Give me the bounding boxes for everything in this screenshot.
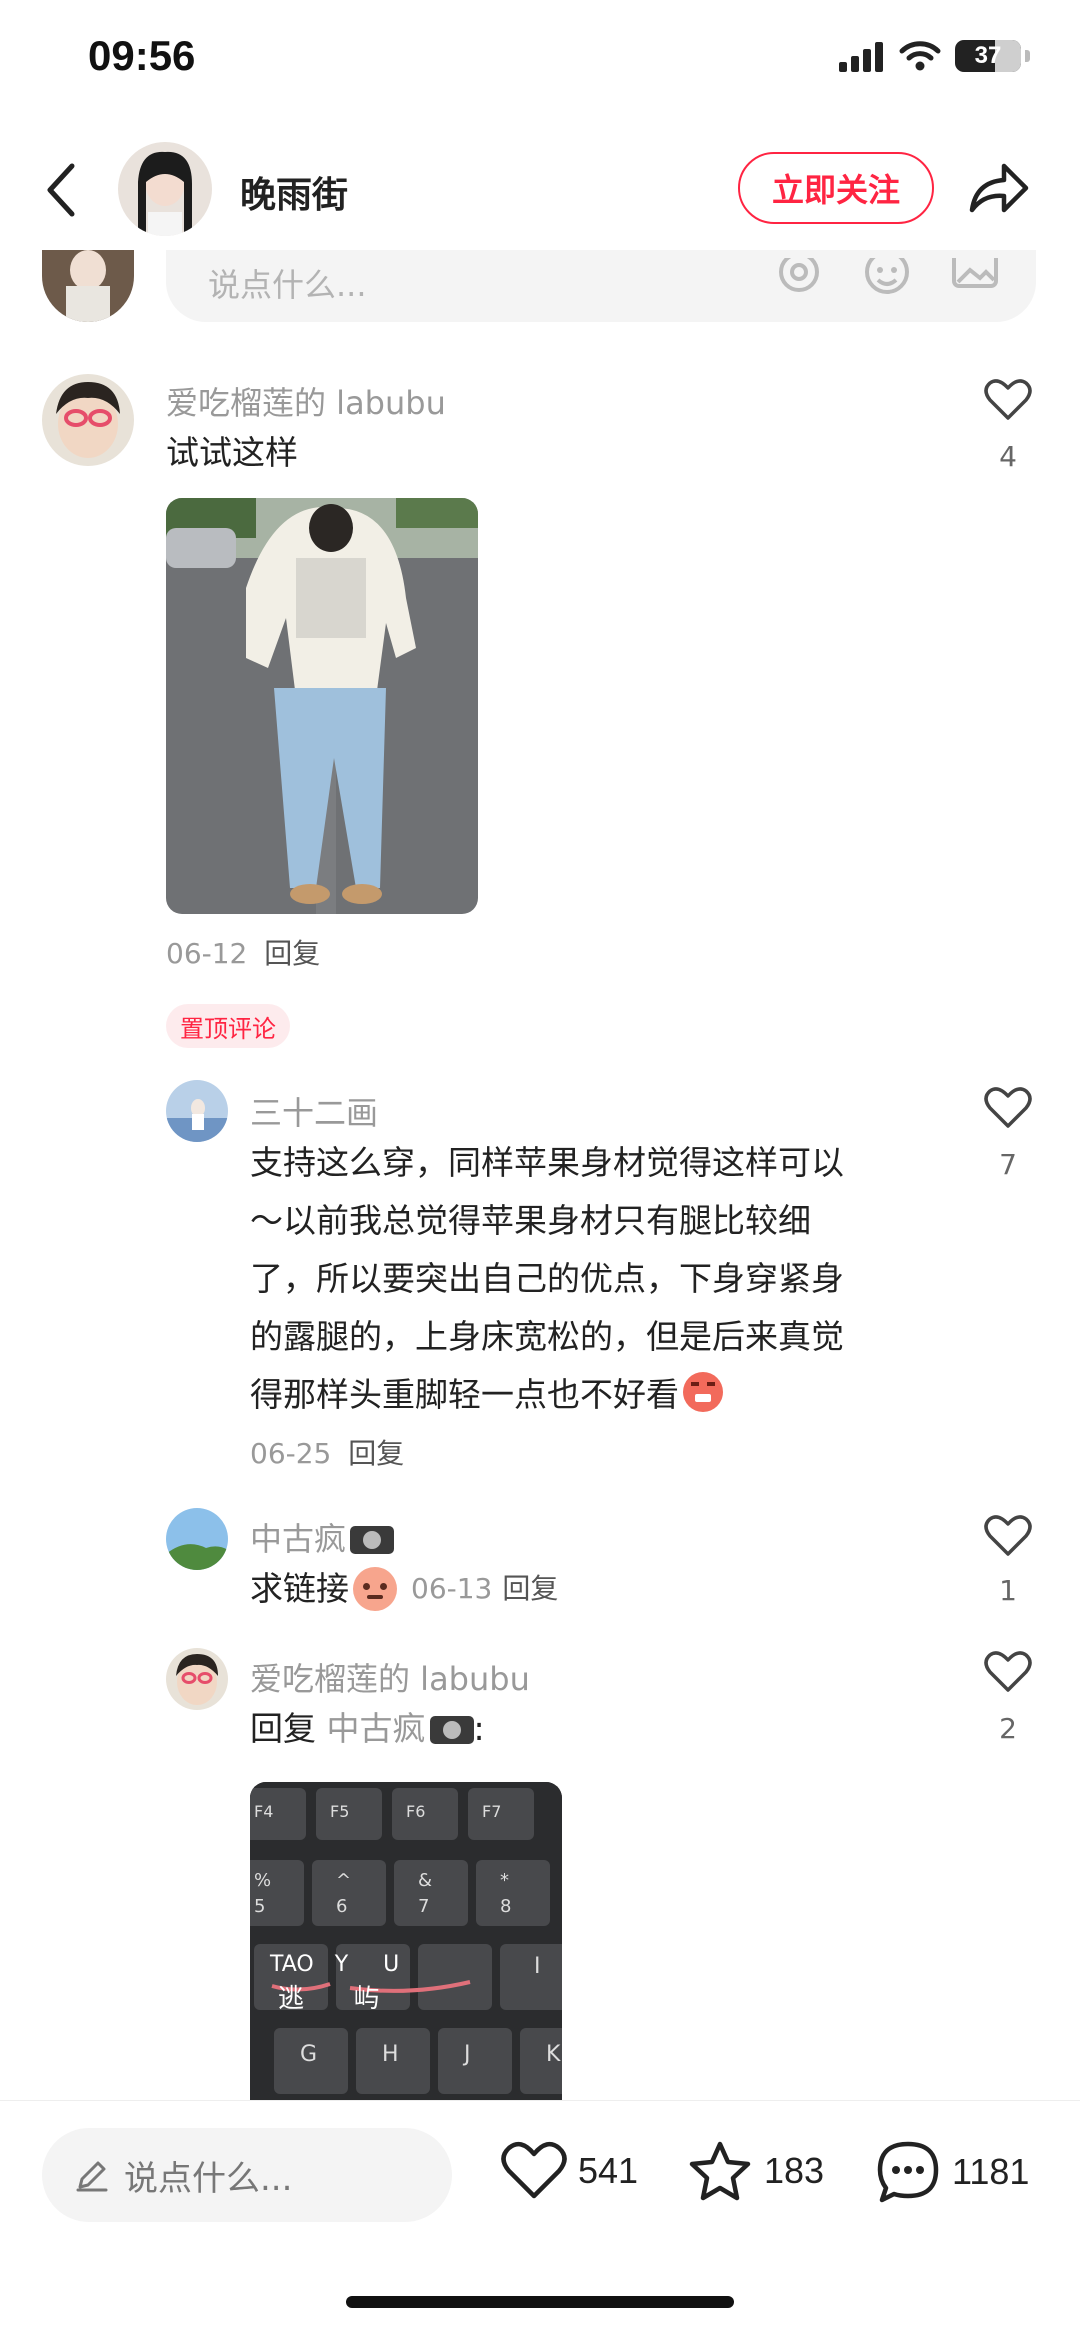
- like-total: 541: [578, 2150, 639, 2191]
- heart-icon[interactable]: [984, 1514, 1032, 1558]
- key-label: %: [254, 1870, 272, 1891]
- comment-meta: 06-12 回复: [166, 932, 320, 972]
- key-label: 7: [418, 1896, 430, 1917]
- reply-photo[interactable]: F4 F5 F6 F7 % 5 ^ 6 & 7 * 8 I TAO Y U 逃 …: [250, 1782, 562, 2100]
- pencil-icon: [76, 2161, 108, 2192]
- reply-date: 06-13: [411, 1572, 493, 1605]
- bottom-input-placeholder: 说点什么...: [124, 2158, 293, 2199]
- reply-link[interactable]: 回复: [502, 1560, 558, 1618]
- status-icons: 37: [839, 36, 1030, 76]
- heart-icon[interactable]: [984, 1650, 1032, 1694]
- reply-avatar[interactable]: [166, 1648, 228, 1710]
- battery-tip: [1025, 50, 1030, 62]
- like-count: 2: [999, 1712, 1017, 1745]
- emoji-icon[interactable]: [862, 258, 912, 298]
- key-label: H: [382, 2042, 399, 2067]
- signal-icon: [839, 42, 883, 72]
- key-label: G: [300, 2042, 318, 2067]
- reply-username[interactable]: 三十二画: [250, 1088, 378, 1134]
- camera-emoji-icon: [429, 1716, 474, 1744]
- reply-avatar[interactable]: [166, 1080, 228, 1142]
- camera-emoji-icon: [350, 1526, 395, 1554]
- comment-username[interactable]: 爱吃榴莲的 labubu: [166, 378, 446, 424]
- comment-input[interactable]: 说点什么...: [166, 250, 1036, 322]
- bottom-comment-input[interactable]: 说点什么...: [42, 2128, 452, 2222]
- wifi-icon: [899, 41, 941, 71]
- reply-to-username[interactable]: 中古疯: [327, 1709, 426, 1748]
- heart-icon: [501, 2141, 567, 2199]
- like-button[interactable]: 541: [500, 2140, 638, 2202]
- like-count: 1: [999, 1574, 1017, 1607]
- comment-date: 06-12: [166, 937, 248, 970]
- comment-bubble-icon: [877, 2141, 939, 2203]
- key-label: F6: [406, 1802, 426, 1821]
- follow-button[interactable]: 立即关注: [738, 152, 934, 224]
- key-label: J: [464, 2042, 471, 2067]
- pleading-emoji-icon: [353, 1567, 397, 1611]
- reply-text: 求链接 06-13 回复: [250, 1560, 558, 1618]
- angry-emoji-icon: [683, 1372, 723, 1412]
- key-label: F4: [254, 1802, 274, 1821]
- pinned-badge: 置顶评论: [166, 1004, 290, 1048]
- star-icon: [689, 2141, 751, 2201]
- status-time: 09:56: [88, 32, 196, 79]
- current-user-avatar: [42, 250, 134, 322]
- image-icon[interactable]: [950, 258, 1000, 298]
- reply-username[interactable]: 爱吃榴莲的 labubu: [250, 1654, 530, 1700]
- reply-avatar[interactable]: [166, 1508, 228, 1570]
- author-avatar[interactable]: [118, 142, 212, 236]
- comment-photo[interactable]: [166, 498, 478, 914]
- key-label: 5: [254, 1896, 266, 1917]
- key-label: ^: [336, 1870, 352, 1891]
- heart-icon[interactable]: [984, 1086, 1032, 1130]
- key-label: K: [546, 2042, 561, 2067]
- comment-text: 试试这样: [166, 433, 298, 472]
- keyboard-overlay-bottom: 逃 屿: [278, 1984, 380, 2014]
- reply-link[interactable]: 回复: [348, 1437, 404, 1470]
- reply-link[interactable]: 回复: [264, 937, 320, 970]
- comment-total: 1181: [952, 2151, 1030, 2192]
- battery-indicator: 37: [955, 40, 1021, 72]
- like-count: 7: [999, 1148, 1017, 1181]
- commenter-avatar[interactable]: [42, 374, 134, 466]
- key-label: &: [418, 1870, 433, 1891]
- key-label: *: [500, 1870, 509, 1891]
- heart-icon[interactable]: [984, 378, 1032, 422]
- home-indicator: [346, 2296, 734, 2308]
- reply-text: 支持这么穿，同样苹果身材觉得这样可以 ～以前我总觉得苹果身材只有腿比较细 了，所…: [250, 1143, 844, 1414]
- share-icon[interactable]: [966, 158, 1032, 218]
- back-chevron-icon[interactable]: [42, 160, 82, 220]
- reply-text: 回复 中古疯:: [250, 1709, 485, 1748]
- reply-username[interactable]: 中古疯: [250, 1514, 395, 1560]
- key-label: F7: [482, 1802, 502, 1821]
- key-label: 6: [336, 1896, 348, 1917]
- collect-total: 183: [764, 2150, 825, 2191]
- mention-icon[interactable]: [774, 258, 824, 298]
- reply-date: 06-25: [250, 1437, 332, 1470]
- author-name[interactable]: 晚雨街: [240, 166, 348, 218]
- key-label: I: [534, 1954, 541, 1979]
- reply-meta: 06-25 回复: [250, 1432, 404, 1472]
- like-count: 4: [999, 440, 1017, 473]
- comment-button[interactable]: 1181: [874, 2140, 1029, 2204]
- key-label: 8: [500, 1896, 512, 1917]
- key-label: F5: [330, 1802, 350, 1821]
- collect-button[interactable]: 183: [686, 2140, 824, 2202]
- keyboard-overlay-top: TAO Y U: [270, 1952, 400, 1977]
- comment-input-placeholder: 说点什么...: [208, 266, 367, 304]
